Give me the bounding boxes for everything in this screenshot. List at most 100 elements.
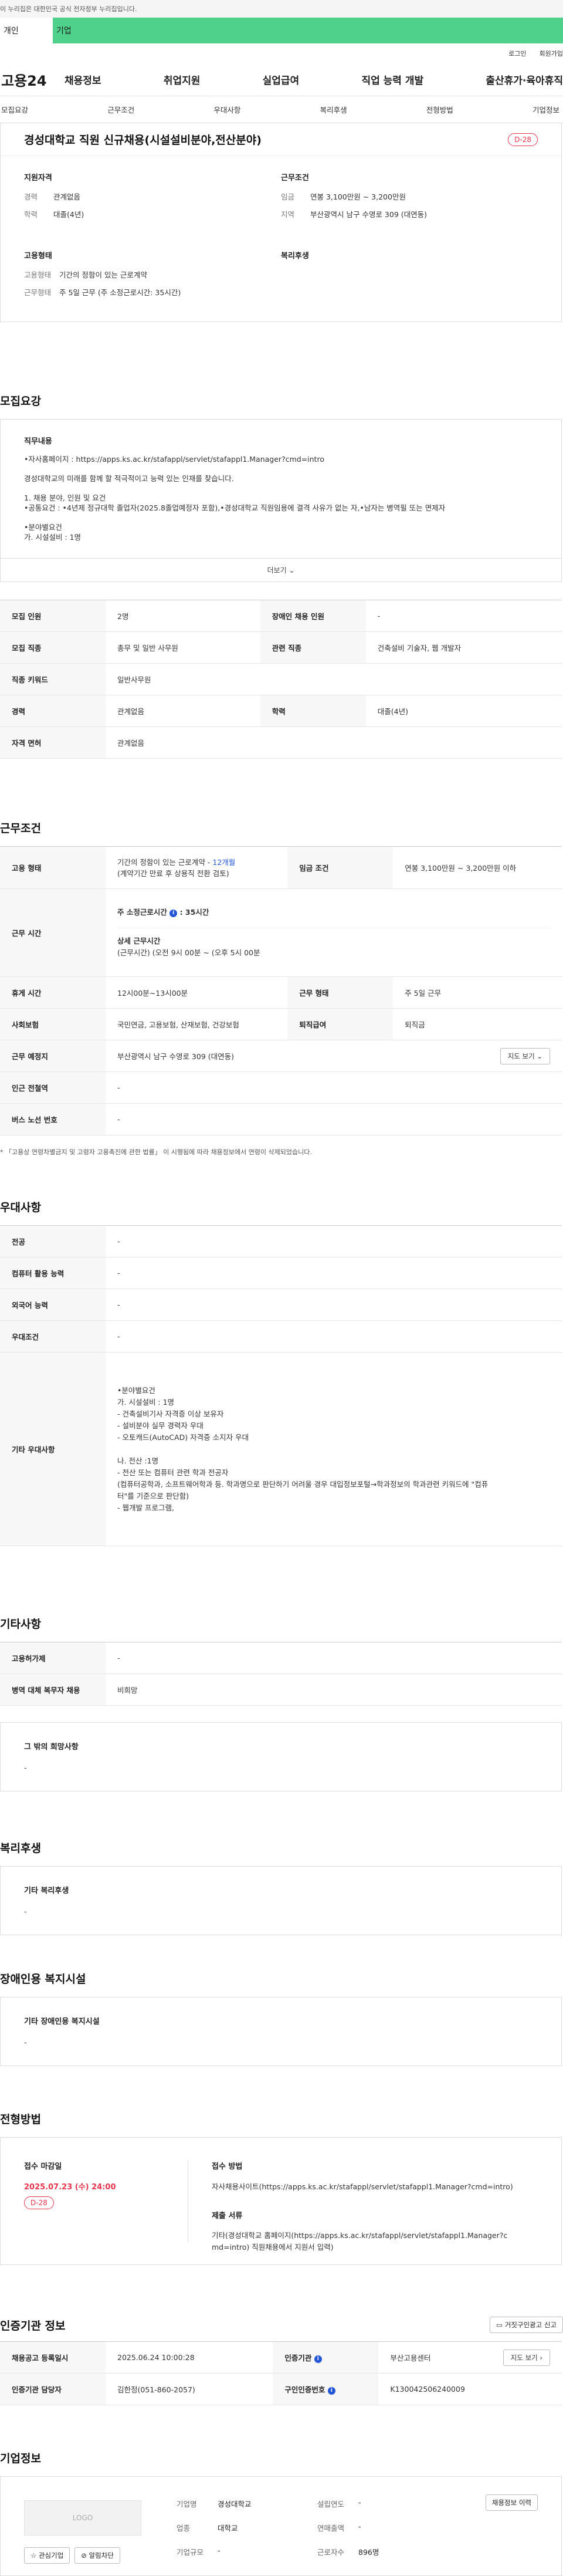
more-button[interactable]: 더보기 ⌄ [0, 559, 562, 582]
company-actions: 채용정보 이력 [485, 2494, 538, 2558]
conditions-title: 근무조건 [281, 174, 309, 182]
detail-hours-value: (근무시간) (오전 9시 00분 ~ (오후 5시 00분 [117, 948, 260, 957]
gnb-item-benefit[interactable]: 실업급여 [263, 72, 300, 87]
block-alert-button[interactable]: ⊘ 알림차단 [74, 2547, 120, 2564]
site-logo[interactable]: 고용24 [0, 69, 65, 90]
table-header: 인증기관 담당자 [0, 2373, 106, 2405]
summary-key: 경력 [24, 192, 38, 201]
auth-no-label: 구인인증번호 [284, 2385, 325, 2394]
login-link[interactable]: 로그인 [508, 49, 526, 58]
selection-box: 접수 마감일 2025.07.23 (수) 24:00 D-28 접수 방법 자… [0, 2137, 562, 2265]
history-button[interactable]: 채용정보 이력 [485, 2494, 538, 2511]
docs-value: md=intro) 직원채용에서 지원서 입력) [212, 2243, 334, 2252]
summary-row: 학력 대졸(4년) [24, 208, 281, 219]
desc-line: 경성대학교의 미래를 함께 할 적극적이고 능력 있는 인재를 찾습니다. [24, 474, 234, 483]
company-logo: LOGO [24, 2500, 141, 2536]
pref-line: - 웹개발 프로그램, [117, 1503, 174, 1512]
pref-line: - 건축설비기사 자격증 이상 보유자 [117, 1409, 224, 1418]
welfare-card: 기타 복리후생 - [0, 1866, 562, 1935]
gnb-item-support[interactable]: 취업지원 [164, 72, 201, 87]
tab-company[interactable]: 기업 [53, 18, 111, 43]
table-cell: 비희망 [106, 1674, 562, 1706]
table-row: 병역 대체 복무자 채용 비희망 [0, 1674, 562, 1706]
map-button-label: 지도 보기 [510, 2353, 538, 2362]
company-value: 896명 [358, 2548, 379, 2557]
anchor-selection[interactable]: 전형방법 [426, 104, 453, 115]
table-cell: - [106, 1289, 562, 1321]
work-section-title: 근무조건 [0, 822, 41, 835]
pref-line: •분야별요건 [117, 1385, 155, 1395]
summary-row: 고용형태 기간의 정함이 있는 근로계약 [24, 269, 281, 280]
conditions-group: 근무조건 임금 연봉 3,100만원 ~ 3,200만원 지역 부산광역시 남구 수… [281, 171, 538, 226]
welfare-title: 복리후생 [281, 252, 309, 261]
pref-line: 가. 시설설비 : 1명 [117, 1397, 175, 1407]
table-header: 사회보험 [0, 1008, 106, 1040]
table-header: 임금 조건 [287, 846, 394, 889]
summary-key: 임금 [281, 192, 295, 201]
table-cell: 부산고용센터 지도 보기 › [378, 2341, 562, 2374]
tab-personal[interactable]: 개인 [0, 18, 53, 43]
table-cell: 총무 및 일반 사무원 [106, 631, 260, 664]
table-row: 채용공고 등록일시 2025.06.24 10:00:28 인증기관 i 부산고… [0, 2341, 562, 2374]
card-title: 기타 복리후생 [24, 1887, 69, 1895]
signup-link[interactable]: 회원가입 [540, 49, 563, 58]
method-block: 접수 방법 자사채용사이트(https://apps.ks.ac.kr/staf… [188, 2160, 538, 2252]
gnb-item-leave[interactable]: 출산휴가·육아휴직 [486, 72, 563, 87]
company-value: - [358, 2498, 361, 2507]
info-icon[interactable]: i [327, 2387, 335, 2395]
table-row: 휴게 시간 12시00분~13시00분 근무 형태 주 5일 근무 [0, 976, 562, 1009]
summary-body: 지원자격 경력 관계없음 학력 대졸(4년) 근무조건 임금 연봉 3,100만원 ~… [1, 156, 561, 322]
table-row: 인증기관 담당자 김한정(051-860-2057) 구인인증번호 i K130… [0, 2373, 562, 2405]
table-header: 인근 전철역 [0, 1071, 106, 1104]
other-table: 고용허가제 - 병역 대체 복무자 채용 비희망 [0, 1642, 562, 1706]
summary-value: 연봉 3,100만원 ~ 3,200만원 [310, 192, 406, 201]
map-button-label: 지도 보기 [507, 1052, 535, 1060]
table-cell: - [365, 600, 562, 632]
info-icon[interactable]: i [314, 2355, 322, 2363]
detail-hours-label: 상세 근무시간 [117, 937, 161, 945]
company-info: 기업명 경성대학교 설립연도 - 업종 대학교 연매출액 - 기업규모 - 근로자수 896… [177, 2494, 486, 2558]
anchor-company[interactable]: 기업정보 [533, 104, 559, 115]
table-row: 우대조건 - [0, 1320, 562, 1353]
summary-key: 지역 [281, 210, 295, 219]
map-button[interactable]: 지도 보기 ⌄ [500, 1047, 550, 1064]
gnb-item-training[interactable]: 직업 능력 개발 [361, 72, 423, 87]
other-wish-card: 그 밖의 희망사항 - [0, 1722, 562, 1791]
table-header: 우대조건 [0, 1320, 106, 1353]
age-note: * 「고용상 연령차별금지 및 고령자 고용촉진에 관한 법률」 이 시행됨에 … [0, 1148, 312, 1156]
table-header: 직종 키워드 [0, 663, 106, 695]
table-header: 모집 인원 [0, 600, 106, 632]
chevron-down-icon: ⌄ [289, 566, 295, 574]
agency-map-button[interactable]: 지도 보기 › [503, 2349, 550, 2366]
table-cell: - [106, 1071, 562, 1104]
anchor-recruit[interactable]: 모집요강 [1, 104, 28, 115]
table-cell: 연봉 3,100만원 ~ 3,200만원 이하 [393, 846, 562, 889]
report-button[interactable]: ▭ 거짓구인광고 신고 [490, 2317, 563, 2333]
pref-line: 나. 전산 :1명 [117, 1456, 159, 1465]
table-cell: 대졸(4년) [365, 695, 562, 727]
table-cell: 건축설비 기술자, 웹 개발자 [365, 631, 562, 664]
deadline-value: 2025.07.23 (수) 24:00 [24, 2183, 116, 2192]
gnb-item-jobs[interactable]: 채용정보 [65, 72, 101, 87]
employment-title: 고용형태 [24, 252, 52, 261]
more-label: 더보기 [267, 566, 287, 574]
anchor-preference[interactable]: 우대사항 [213, 104, 240, 115]
table-cell: 관계없음 [106, 726, 562, 759]
interest-company-button[interactable]: ☆ 관심기업 [24, 2547, 70, 2564]
desc-line: 1. 채용 분야, 인원 및 요건 [24, 493, 106, 502]
company-key: 근로자수 [317, 2548, 345, 2557]
desc-line: •자사홈페이지 : https://apps.ks.ac.kr/stafappl… [24, 455, 324, 464]
summary-row: 임금 연봉 3,100만원 ~ 3,200만원 [281, 191, 538, 202]
table-header: 근무 시간 [0, 888, 106, 977]
anchor-welfare[interactable]: 복리후생 [320, 104, 347, 115]
table-row: 인근 전철역 - [0, 1071, 562, 1104]
gov-banner: 이 누리집은 대한민국 공식 전자정부 누리집입니다. [0, 0, 563, 18]
info-icon[interactable]: i [169, 910, 178, 917]
table-row: 모집 직종 총무 및 일반 사무원 관련 직종 건축설비 기술자, 웹 개발자 [0, 631, 562, 664]
table-row: 경력 관계없음 학력 대졸(4년) [0, 695, 562, 727]
chevron-right-icon: › [540, 2353, 542, 2362]
table-cell: - [106, 1320, 562, 1353]
card-title: 그 밖의 희망사항 [24, 1743, 79, 1752]
job-title: 경성대학교 직원 신규채용(시설설비분야,전산분야) [24, 134, 262, 147]
anchor-work[interactable]: 근무조건 [107, 104, 134, 115]
